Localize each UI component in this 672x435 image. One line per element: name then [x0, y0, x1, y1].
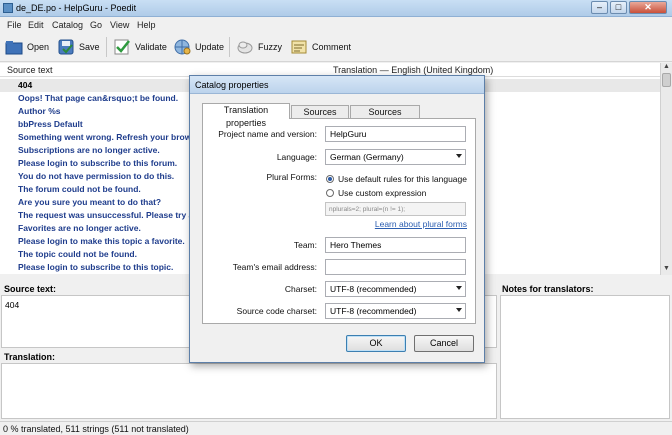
- comment-label: Comment: [312, 42, 352, 52]
- charset-select[interactable]: UTF-8 (recommended): [325, 281, 466, 297]
- comment-button[interactable]: Comment: [290, 35, 351, 59]
- plural-expression-field: nplurals=2; plural=(n != 1);: [325, 202, 466, 216]
- catalog-properties-dialog: Catalog properties Translation propertie…: [189, 75, 485, 363]
- project-name-label: Project name and version:: [218, 129, 317, 139]
- team-email-field[interactable]: [325, 259, 466, 275]
- status-bar: 0 % translated, 511 strings (511 not tra…: [0, 421, 672, 435]
- plural-forms-label: Plural Forms:: [266, 172, 317, 182]
- source-code-charset-value: UTF-8 (recommended): [330, 306, 417, 316]
- save-icon: [57, 38, 75, 56]
- close-button[interactable]: ✕: [629, 1, 667, 14]
- update-label: Update: [195, 42, 225, 52]
- cancel-button[interactable]: Cancel: [414, 335, 474, 352]
- validate-button[interactable]: Validate: [113, 35, 167, 59]
- source-text-label: Source text:: [4, 284, 57, 294]
- chevron-down-icon: [456, 308, 462, 312]
- source-code-charset-label: Source code charset:: [236, 306, 317, 316]
- fuzzy-label: Fuzzy: [258, 42, 283, 52]
- toolbar: Open Save Validate Update Fuzzy Comment: [0, 32, 672, 62]
- scroll-up-arrow-icon[interactable]: ▲: [662, 63, 671, 72]
- chevron-down-icon: [456, 154, 462, 158]
- menu-go[interactable]: Go: [90, 20, 102, 30]
- menu-view[interactable]: View: [110, 20, 129, 30]
- tab-sources-keywords[interactable]: Sources keywords: [350, 105, 420, 130]
- plural-default-radio[interactable]: [326, 175, 334, 183]
- folder-icon: [5, 38, 23, 56]
- notes-for-translators-label: Notes for translators:: [502, 284, 594, 294]
- list-scrollbar[interactable]: ▲ ▼: [660, 63, 672, 275]
- scroll-down-arrow-icon[interactable]: ▼: [662, 265, 671, 274]
- title-bar: de_DE.po - HelpGuru - Poedit – □ ✕: [0, 0, 672, 17]
- validate-label: Validate: [135, 42, 167, 52]
- status-text: 0 % translated, 511 strings (511 not tra…: [3, 424, 189, 434]
- menu-edit[interactable]: Edit: [28, 20, 44, 30]
- fuzzy-button[interactable]: Fuzzy: [236, 35, 282, 59]
- maximize-button[interactable]: □: [610, 1, 627, 14]
- toolbar-separator: [229, 37, 230, 57]
- source-code-charset-select[interactable]: UTF-8 (recommended): [325, 303, 466, 319]
- dialog-title: Catalog properties: [195, 80, 269, 90]
- language-select[interactable]: German (Germany): [325, 149, 466, 165]
- ok-button[interactable]: OK: [346, 335, 406, 352]
- save-label: Save: [79, 42, 100, 52]
- window-title: de_DE.po - HelpGuru - Poedit: [16, 3, 137, 13]
- language-label: Language:: [276, 152, 317, 162]
- plural-custom-label: Use custom expression: [338, 188, 427, 198]
- scroll-thumb[interactable]: [662, 73, 671, 87]
- source-text-value: 404: [5, 300, 20, 310]
- translation-textarea[interactable]: [1, 363, 497, 419]
- open-button[interactable]: Open: [5, 35, 49, 59]
- update-button[interactable]: Update: [173, 35, 224, 59]
- update-globe-icon: [173, 38, 191, 56]
- menu-file[interactable]: File: [7, 20, 22, 30]
- menu-help[interactable]: Help: [137, 20, 156, 30]
- comment-note-icon: [290, 38, 308, 56]
- language-select-value: German (Germany): [330, 152, 404, 162]
- toolbar-separator: [106, 37, 107, 57]
- plural-custom-radio[interactable]: [326, 189, 334, 197]
- menu-catalog[interactable]: Catalog: [52, 20, 83, 30]
- minimize-button[interactable]: –: [591, 1, 608, 14]
- translation-properties-panel: Project name and version: HelpGuru Langu…: [202, 118, 476, 324]
- poedit-app-icon: [3, 3, 13, 13]
- charset-select-value: UTF-8 (recommended): [330, 284, 417, 294]
- learn-plural-forms-link[interactable]: Learn about plural forms: [363, 219, 467, 229]
- tab-translation-properties[interactable]: Translation properties: [202, 103, 290, 128]
- team-field[interactable]: Hero Themes: [325, 237, 466, 253]
- chevron-down-icon: [456, 286, 462, 290]
- validate-check-icon: [113, 38, 131, 56]
- column-source-text[interactable]: Source text: [7, 65, 53, 75]
- open-label: Open: [27, 42, 50, 52]
- dialog-title-bar: Catalog properties: [190, 76, 484, 94]
- charset-label: Charset:: [284, 284, 317, 294]
- notes-for-translators-textarea[interactable]: [500, 295, 670, 419]
- tab-sources-paths[interactable]: Sources paths: [291, 105, 349, 130]
- team-email-label: Team's email address:: [232, 262, 317, 272]
- fuzzy-cloud-icon: [236, 38, 254, 56]
- save-button[interactable]: Save: [57, 35, 100, 59]
- menu-bar: File Edit Catalog Go View Help: [0, 18, 672, 32]
- team-label: Team:: [293, 240, 317, 250]
- column-translation[interactable]: Translation — English (United Kingdom): [333, 65, 493, 75]
- plural-default-label: Use default rules for this language: [338, 174, 467, 184]
- project-name-field[interactable]: HelpGuru: [325, 126, 466, 142]
- translation-label: Translation:: [4, 352, 56, 362]
